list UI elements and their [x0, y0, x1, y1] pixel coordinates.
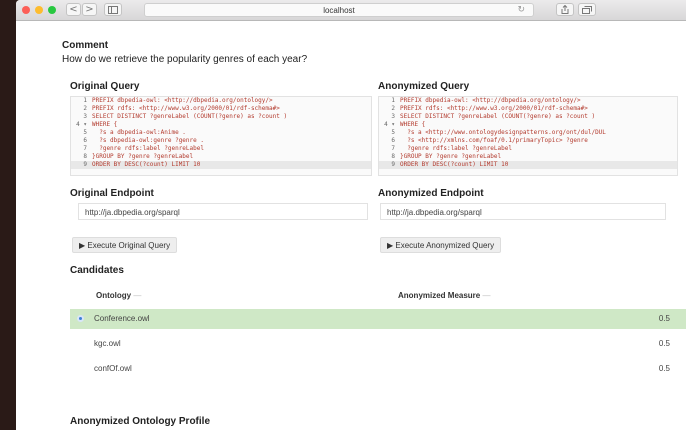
sidebar-toggle-icon[interactable] [104, 3, 122, 16]
original-query-editor[interactable]: 1 PREFIX dbpedia-owl: <http://dbpedia.org… [70, 96, 372, 176]
comment-text: How do we retrieve the popularity genres… [62, 54, 308, 65]
tabs-overview-icon[interactable] [578, 3, 596, 16]
candidate-row[interactable]: kgc.owl 0.5 [70, 334, 686, 354]
code-line: 1 PREFIX dbpedia-owl: <http://dbpedia.org… [391, 97, 581, 104]
sort-icon: — [482, 291, 491, 300]
anonymized-endpoint-title: Anonymized Endpoint [378, 188, 484, 199]
code-line: 4 ▾ WHERE { [384, 121, 426, 128]
reload-icon[interactable]: ↻ [517, 4, 525, 17]
browser-window: < > localhost ↻ Comment How do we retrie… [16, 0, 686, 430]
code-line: 5 ?s a dbpedia-owl:Anime . [83, 129, 186, 136]
url-text: localhost [323, 6, 355, 15]
candidate-name: confOf.owl [94, 364, 132, 373]
sort-icon: — [133, 291, 142, 300]
code-line: 2 PREFIX rdfs: <http://www.w3.org/2000/01… [83, 105, 280, 112]
comment-heading: Comment [62, 40, 109, 51]
code-line: 8}GROUP BY ?genre ?genreLabel [391, 153, 502, 160]
code-line: 9 ORDER BY DESC(?count) LIMIT 10 [379, 161, 677, 169]
forward-icon[interactable]: > [82, 3, 97, 16]
selected-radio-icon[interactable] [77, 315, 84, 322]
candidate-name: kgc.owl [94, 339, 121, 348]
code-line: 6 ?s dbpedia-owl:genre ?genre . [83, 137, 204, 144]
original-query-title: Original Query [70, 81, 140, 92]
candidate-score: 0.5 [658, 339, 670, 348]
original-endpoint-title: Original Endpoint [70, 188, 154, 199]
address-bar[interactable]: localhost ↻ [144, 3, 534, 17]
column-header-ontology[interactable]: Ontology — [96, 291, 141, 300]
execute-anonymized-query-button[interactable]: ▶ Execute Anonymized Query [380, 237, 502, 253]
minimize-window-button[interactable] [35, 6, 43, 14]
original-endpoint-input[interactable]: http://ja.dbpedia.org/sparql [78, 203, 368, 220]
page-content: Comment How do we retrieve the popularit… [16, 21, 686, 430]
back-icon[interactable]: < [66, 3, 81, 16]
column-header-measure[interactable]: Anonymized Measure — [398, 291, 490, 300]
code-line: 2 PREFIX rdfs: <http://www.w3.org/2000/01… [391, 105, 588, 112]
candidate-score: 0.5 [658, 364, 670, 373]
code-line: 1 PREFIX dbpedia-owl: <http://dbpedia.org… [83, 97, 273, 104]
code-line: 5 ?s a <http://www.ontologydesignpattern… [391, 129, 606, 136]
candidate-name: Conference.owl [94, 314, 150, 323]
code-line: 3 SELECT DISTINCT ?genreLabel (COUNT(?gen… [83, 113, 288, 120]
code-line: 7 ?genre rdfs:label ?genreLabel [83, 145, 204, 152]
code-line: 9 ORDER BY DESC(?count) LIMIT 10 [71, 161, 371, 169]
execute-original-query-button[interactable]: ▶ Execute Original Query [72, 237, 178, 253]
zoom-window-button[interactable] [48, 6, 56, 14]
candidate-row[interactable]: Conference.owl 0.5 [70, 309, 686, 329]
code-line: 7 ?genre rdfs:label ?genreLabel [391, 145, 512, 152]
code-line: 3 SELECT DISTINCT ?genreLabel (COUNT(?gen… [391, 113, 596, 120]
code-line: 8}GROUP BY ?genre ?genreLabel [83, 153, 194, 160]
anonymized-ontology-profile-title: Anonymized Ontology Profile [70, 416, 211, 427]
candidate-score: 0.5 [658, 314, 670, 323]
browser-toolbar: < > localhost ↻ [16, 0, 686, 21]
anonymized-endpoint-input[interactable]: http://ja.dbpedia.org/sparql [380, 203, 666, 220]
share-icon[interactable] [556, 3, 574, 16]
candidates-title: Candidates [70, 265, 124, 276]
anonymized-query-title: Anonymized Query [378, 81, 470, 92]
anonymized-query-editor[interactable]: 1 PREFIX dbpedia-owl: <http://dbpedia.org… [378, 96, 678, 176]
close-window-button[interactable] [22, 6, 30, 14]
code-line: 6 ?s <http://xmlns.com/foaf/0.1/primaryT… [391, 137, 588, 144]
code-line: 4 ▾ WHERE { [76, 121, 118, 128]
candidate-row[interactable]: confOf.owl 0.5 [70, 359, 686, 379]
